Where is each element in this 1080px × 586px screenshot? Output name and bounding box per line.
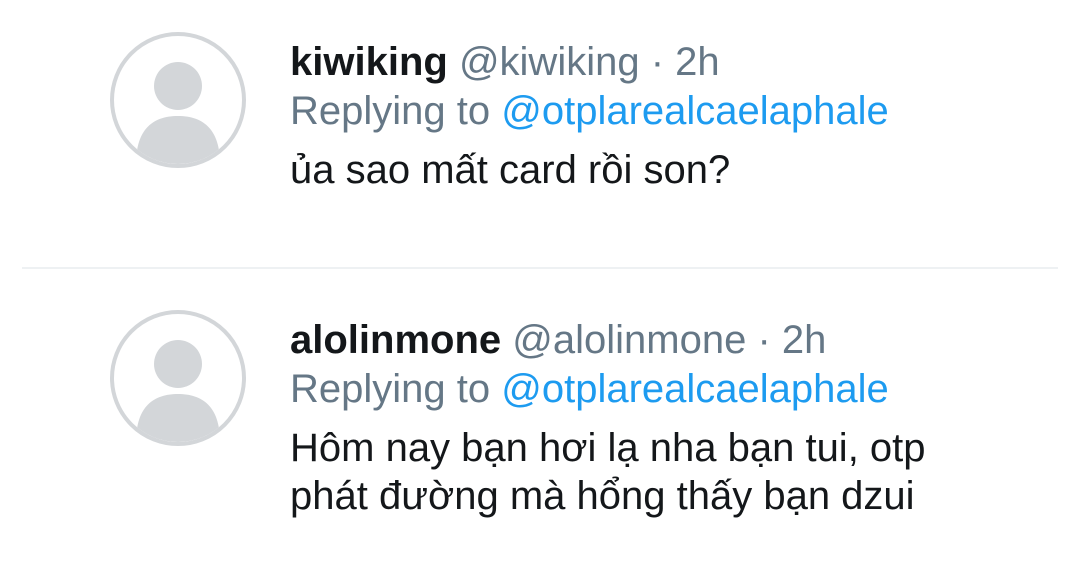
- avatar[interactable]: [110, 32, 246, 168]
- user-handle[interactable]: @kiwiking: [459, 40, 640, 84]
- tweet-content: alolinmone @alolinmone · 2h Replying to …: [290, 316, 1060, 520]
- tweet-header: kiwiking @kiwiking · 2h: [290, 38, 1060, 86]
- replying-to-link[interactable]: @otplarealcaelaphale: [501, 89, 889, 133]
- replying-to-label: Replying to: [290, 367, 502, 411]
- tweet-text: ủa sao mất card rồi son?: [290, 148, 731, 192]
- replying-to-link[interactable]: @otplarealcaelaphale: [501, 367, 889, 411]
- replying-to-line: Replying to @otplarealcaelaphale: [290, 86, 1060, 136]
- default-profile-icon: [136, 62, 220, 164]
- timestamp[interactable]: 2h: [675, 40, 720, 84]
- reply-tweet[interactable]: kiwiking @kiwiking · 2h Replying to @otp…: [0, 0, 1080, 268]
- reply-tweet[interactable]: alolinmone @alolinmone · 2h Replying to …: [0, 270, 1080, 586]
- replying-to-label: Replying to: [290, 89, 502, 133]
- user-handle[interactable]: @alolinmone: [512, 318, 746, 362]
- tweet-text: Hôm nay bạn hơi lạ nha bạn tui, otp phát…: [290, 426, 926, 518]
- separator-dot: ·: [650, 40, 676, 84]
- timestamp[interactable]: 2h: [782, 318, 827, 362]
- separator-dot: ·: [757, 318, 782, 362]
- tweet-header: alolinmone @alolinmone · 2h: [290, 316, 1060, 364]
- replying-to-line: Replying to @otplarealcaelaphale: [290, 364, 1060, 414]
- display-name[interactable]: kiwiking: [290, 40, 448, 84]
- divider: [22, 267, 1058, 269]
- default-profile-icon: [136, 340, 220, 442]
- tweet-content: kiwiking @kiwiking · 2h Replying to @otp…: [290, 38, 1060, 194]
- display-name[interactable]: alolinmone: [290, 318, 501, 362]
- avatar[interactable]: [110, 310, 246, 446]
